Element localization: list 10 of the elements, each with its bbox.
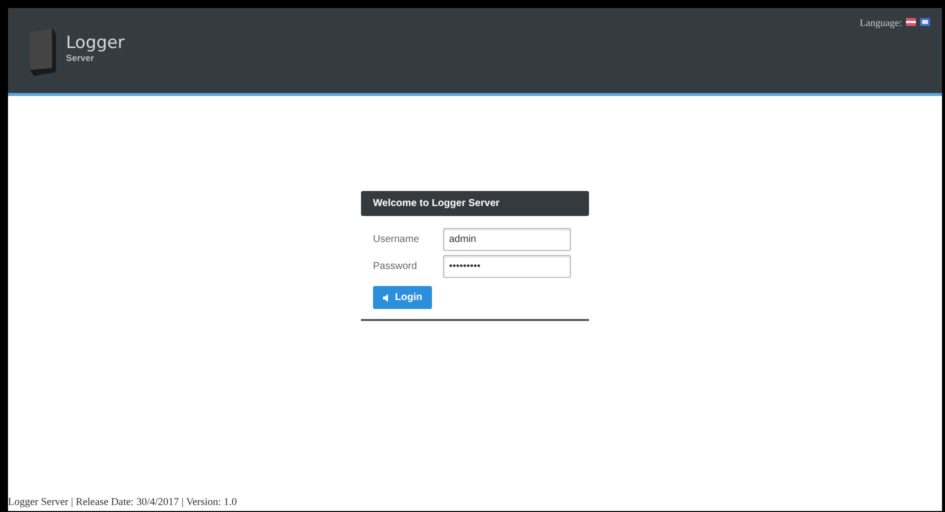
login-heading: Welcome to Logger Server bbox=[361, 191, 589, 216]
app-title: Logger bbox=[66, 34, 125, 53]
input-field[interactable]: admin bbox=[443, 228, 571, 251]
speaker-icon bbox=[383, 294, 391, 302]
field-label: Username bbox=[373, 234, 420, 245]
field-label: Password bbox=[373, 261, 418, 272]
footer-text: Logger Server | Release Date: 30/4/2017 | Version: 1.0 bbox=[8, 497, 237, 508]
input-field[interactable]: ••••••••• bbox=[443, 255, 571, 278]
app-subtitle: Server bbox=[66, 53, 96, 63]
language-label: Language: bbox=[860, 18, 902, 29]
